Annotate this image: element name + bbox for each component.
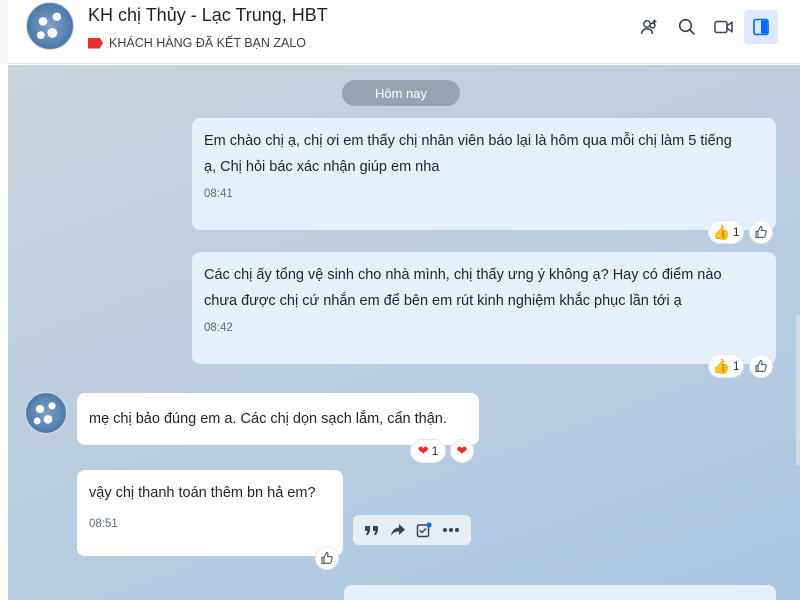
- thumbs-up-icon: 👍: [712, 223, 730, 240]
- more-icon[interactable]: [442, 527, 460, 533]
- message-bubble-outgoing[interactable]: Em chào chị ạ, chị ơi em thấy chị nhân v…: [192, 118, 776, 230]
- contact-label[interactable]: KHÁCH HÀNG ĐÃ KẾT BẠN ZALO: [88, 36, 306, 50]
- video-call-icon: [714, 20, 733, 34]
- message-actions: [353, 515, 471, 545]
- message-time: 08:42: [204, 322, 233, 334]
- react-button[interactable]: ❤: [450, 439, 474, 463]
- search-icon: [678, 18, 696, 36]
- message-text: vậy chị thanh toán thêm bn hả em?: [89, 485, 316, 501]
- react-button[interactable]: [749, 220, 773, 244]
- thumbs-up-outline-icon: [321, 551, 333, 565]
- forward-icon[interactable]: [390, 523, 406, 537]
- message-list[interactable]: Hôm nay Em chào chị ạ, chị ơi em thấy ch…: [8, 65, 800, 600]
- conversation-info-toggle[interactable]: [744, 10, 778, 44]
- message-text: chưa được chị cứ nhắn em để bên em rút k…: [204, 293, 682, 309]
- message-bubble-outgoing[interactable]: [344, 585, 776, 600]
- tag-icon: [88, 37, 103, 49]
- thumbs-up-icon: 👍: [712, 357, 730, 374]
- message-time: 08:41: [204, 188, 233, 200]
- message-bubble-incoming[interactable]: vậy chị thanh toán thêm bn hả em? 08:51: [77, 470, 343, 556]
- heart-icon: ❤: [456, 443, 468, 458]
- contact-label-text: KHÁCH HÀNG ĐÃ KẾT BẠN ZALO: [109, 36, 307, 50]
- add-member-button[interactable]: [632, 10, 666, 44]
- message-text: ạ, Chị hỏi bác xác nhận giúp em nha: [204, 159, 440, 175]
- thumbs-up-outline-icon: [755, 359, 767, 373]
- reaction-count[interactable]: 👍 1: [708, 354, 744, 378]
- scrollbar[interactable]: [796, 315, 800, 465]
- react-button[interactable]: [315, 546, 339, 570]
- reaction-number: 1: [732, 225, 740, 239]
- reaction-count[interactable]: 👍 1: [708, 220, 744, 244]
- heart-icon: ❤: [417, 443, 429, 458]
- panel-toggle-icon: [753, 18, 769, 36]
- message-time: 08:51: [89, 518, 118, 530]
- message-text: mẹ chị bảo đúng em a. Các chị dọn sạch l…: [89, 411, 447, 427]
- left-edge-strip: [0, 0, 8, 64]
- message-bubble-outgoing[interactable]: Các chị ấy tổng vệ sinh cho nhà mình, ch…: [192, 252, 776, 364]
- task-icon[interactable]: [416, 522, 432, 538]
- quote-icon[interactable]: [364, 523, 380, 537]
- sender-avatar[interactable]: [25, 392, 67, 434]
- contact-avatar[interactable]: [26, 2, 74, 50]
- reaction-number: 1: [431, 444, 439, 458]
- contact-name[interactable]: KH chị Thủy - Lạc Trung, HBT: [88, 5, 328, 26]
- message-text: Em chào chị ạ, chị ơi em thấy chị nhân v…: [204, 133, 732, 149]
- add-member-icon: [640, 19, 657, 35]
- thumbs-up-outline-icon: [755, 225, 767, 239]
- video-call-button[interactable]: [707, 10, 741, 44]
- search-button[interactable]: [670, 10, 704, 44]
- date-separator: Hôm nay: [342, 80, 460, 106]
- reaction-number: 1: [732, 359, 740, 373]
- react-button[interactable]: [749, 354, 773, 378]
- reaction-count[interactable]: ❤ 1: [410, 439, 446, 463]
- chat-header: KH chị Thủy - Lạc Trung, HBT KHÁCH HÀNG …: [0, 0, 800, 64]
- message-bubble-incoming[interactable]: mẹ chị bảo đúng em a. Các chị dọn sạch l…: [77, 393, 479, 445]
- message-text: Các chị ấy tổng vệ sinh cho nhà mình, ch…: [204, 267, 722, 283]
